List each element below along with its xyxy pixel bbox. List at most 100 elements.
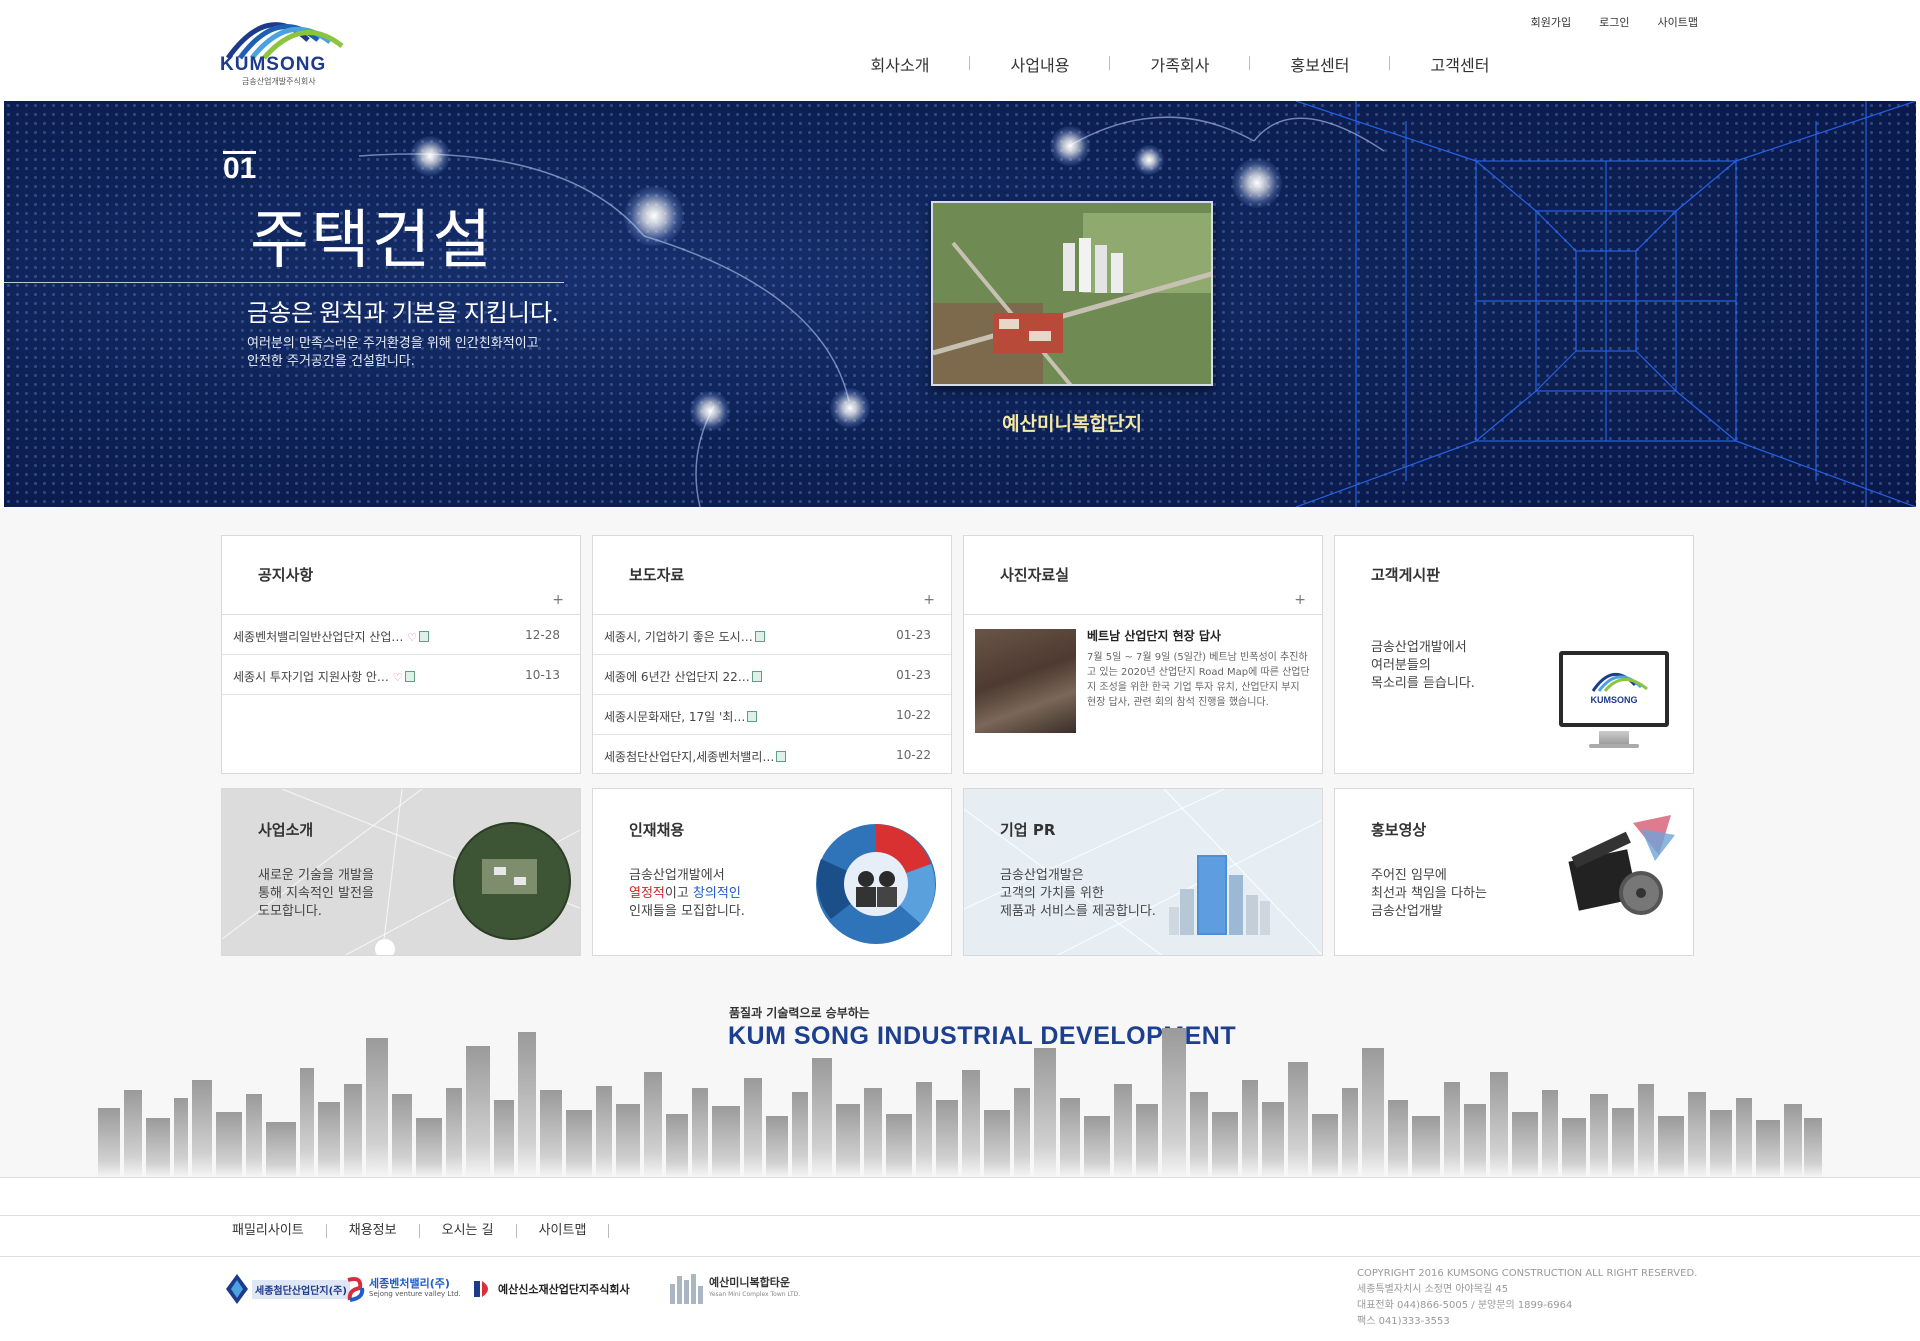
nav-item-company[interactable]: 회사소개 bbox=[830, 52, 970, 76]
file-icon bbox=[404, 671, 415, 682]
building-cluster bbox=[1169, 855, 1270, 935]
heart-icon: ♡ bbox=[407, 631, 418, 644]
photo-headline[interactable]: 베트남 산업단지 현장 답사 bbox=[1087, 627, 1221, 644]
fax-line: 팩스 041)333-3553 bbox=[1357, 1316, 1450, 1327]
footer-link-sitemap[interactable]: 사이트맵 bbox=[517, 1224, 610, 1238]
family-logo-sejong-cheomdan[interactable]: 세종첨단산업단지(주) bbox=[226, 1268, 350, 1310]
hero-divider bbox=[4, 282, 564, 283]
footer-divider bbox=[0, 1256, 1920, 1257]
promo-video-box[interactable]: 홍보영상 주어진 임무에 최선과 책임을 다하는 금송산업개발 bbox=[1334, 788, 1694, 956]
footer-link-family[interactable]: 패밀리사이트 bbox=[220, 1224, 327, 1238]
logo-subtitle: 금송산업개발주식회사 bbox=[242, 77, 316, 86]
nav-item-business[interactable]: 사업내용 bbox=[970, 52, 1110, 76]
nav-label: 사업내용 bbox=[1010, 56, 1070, 75]
hero-subtitle: 금송은 원칙과 기본을 지킵니다. bbox=[247, 301, 559, 327]
family-logo-yesan-mini[interactable]: 예산미니복합타운 Yesan Mini Complex Town LTD. bbox=[670, 1268, 800, 1310]
file-icon bbox=[419, 631, 430, 642]
press-box: 보도자료 + 세종시, 기업하기 좋은 도시… 01-23 세종에 6년간 산업… bbox=[592, 535, 952, 774]
hero-desc-line: 여러분의 만족스러운 주거환경을 위해 인간친화적이고 bbox=[247, 336, 539, 351]
corporate-pr-line: 금송산업개발은 bbox=[1000, 868, 1084, 883]
logo[interactable]: KUMSONG 금송산업개발주식회사 bbox=[218, 10, 350, 88]
glow-point bbox=[1050, 126, 1090, 166]
glow-point bbox=[690, 391, 730, 431]
nav-item-family[interactable]: 가족회사 bbox=[1110, 52, 1250, 76]
hero-number: 01 bbox=[223, 151, 257, 185]
footer-link-recruit[interactable]: 채용정보 bbox=[327, 1224, 420, 1238]
board-title: 고객게시판 bbox=[1371, 566, 1441, 584]
notice-row[interactable]: 세종시 투자기업 지원사항 안… ♡ 10-13 bbox=[222, 655, 580, 695]
util-join-link[interactable]: 회원가입 bbox=[1531, 14, 1571, 30]
biz-intro-line: 도모합니다. bbox=[258, 904, 322, 919]
corporate-pr-text: 금송산업개발은 고객의 가치를 위한 제품과 서비스를 제공합니다. bbox=[1000, 867, 1156, 921]
family-text: 예산미니복합타운 Yesan Mini Complex Town LTD. bbox=[709, 1277, 800, 1301]
biz-intro-box[interactable]: 사업소개 새로운 기술을 개발을 통해 지속적인 발전을 도모합니다. bbox=[221, 788, 581, 956]
monitor-icon: KUMSONG bbox=[1559, 651, 1669, 727]
clapperboard-icon bbox=[1568, 815, 1675, 915]
press-row-date: 10-22 bbox=[896, 748, 931, 762]
biz-intro-line: 통해 지속적인 발전을 bbox=[258, 886, 374, 901]
recruit-box[interactable]: 인재채용 금송산업개발에서 열정적이고 창의적인 인재들을 모집합니다. bbox=[592, 788, 952, 956]
footer-link-directions[interactable]: 오시는 길 bbox=[420, 1224, 517, 1238]
recruit-line: 인재들을 모집합니다. bbox=[629, 904, 745, 919]
monitor-base bbox=[1589, 744, 1639, 748]
recruit-highlight-passion: 열정적 bbox=[629, 886, 665, 901]
nav-item-support[interactable]: 고객센터 bbox=[1390, 52, 1530, 76]
promo-video-title: 홍보영상 bbox=[1371, 821, 1427, 839]
press-row[interactable]: 세종에 6년간 산업단지 22… 01-23 bbox=[593, 655, 951, 695]
promo-video-line: 금송산업개발 bbox=[1371, 904, 1443, 919]
header: KUMSONG 금송산업개발주식회사 회원가입 로그인 사이트맵 회사소개 사업… bbox=[0, 0, 1920, 100]
hero-desc-line: 안전한 주거공간을 건설합니다. bbox=[247, 354, 415, 369]
yesan-material-logo-icon bbox=[474, 1281, 488, 1297]
photo-more-icon[interactable]: + bbox=[1294, 592, 1306, 608]
page: KUMSONG 금송산업개발주식회사 회원가입 로그인 사이트맵 회사소개 사업… bbox=[0, 0, 1920, 1341]
promo-video-text: 주어진 임무에 최선과 책임을 다하는 금송산업개발 bbox=[1371, 867, 1487, 921]
board-text: 금송산업개발에서 여러분들의 목소리를 듣습니다. bbox=[1371, 639, 1475, 693]
monitor-stand bbox=[1599, 731, 1629, 745]
press-row[interactable]: 세종첨단산업단지,세종벤처밸리… 10-22 bbox=[593, 735, 951, 775]
notice-row[interactable]: 세종벤처밸리일반산업단지 산업… ♡ 12-28 bbox=[222, 615, 580, 655]
photo-title: 사진자료실 bbox=[1000, 566, 1070, 584]
recruit-line-mid: 이고 bbox=[664, 886, 693, 901]
city-skyline-illustration bbox=[98, 1028, 1822, 1178]
hero-title: 주택건설 bbox=[250, 205, 494, 276]
family-text: 세종벤처밸리(주) Sejong venture valley Ltd. bbox=[369, 1278, 461, 1300]
notice-more-icon[interactable]: + bbox=[552, 592, 564, 608]
board-box[interactable]: 고객게시판 금송산업개발에서 여러분들의 목소리를 듣습니다. KUMSONG bbox=[1334, 535, 1694, 774]
press-row-text: 세종시, 기업하기 좋은 도시… bbox=[604, 628, 765, 645]
board-line: 목소리를 듣습니다. bbox=[1371, 676, 1475, 691]
notice-row-text: 세종시 투자기업 지원사항 안… ♡ bbox=[233, 668, 415, 685]
file-icon bbox=[751, 671, 762, 682]
nav-item-pr[interactable]: 홍보센터 bbox=[1250, 52, 1390, 76]
family-logo-yesan-material[interactable]: 예산신소재산업단지주식회사 bbox=[472, 1268, 630, 1310]
family-logo-sejong-venture[interactable]: 세종벤처밸리(주) Sejong venture valley Ltd. bbox=[344, 1268, 461, 1310]
util-login-link[interactable]: 로그인 bbox=[1599, 14, 1629, 30]
photo-thumbnail[interactable] bbox=[975, 629, 1076, 733]
util-sitemap-link[interactable]: 사이트맵 bbox=[1658, 14, 1698, 30]
press-row[interactable]: 세종시, 기업하기 좋은 도시… 01-23 bbox=[593, 615, 951, 655]
heart-icon: ♡ bbox=[392, 671, 403, 684]
corporate-pr-box[interactable]: 기업 PR 금송산업개발은 고객의 가치를 위한 제품과 서비스를 제공합니다. bbox=[963, 788, 1323, 956]
glow-point bbox=[624, 186, 684, 246]
footer-links: 패밀리사이트 채용정보 오시는 길 사이트맵 bbox=[220, 1224, 610, 1238]
biz-intro-line: 새로운 기술을 개발을 bbox=[258, 868, 374, 883]
utility-menu: 회원가입 로그인 사이트맵 bbox=[1531, 14, 1698, 30]
notice-row-title: 세종시 투자기업 지원사항 안… bbox=[233, 670, 389, 684]
hero-photo-caption: 예산미니복합단지 bbox=[1002, 413, 1142, 435]
biz-intro-text: 새로운 기술을 개발을 통해 지속적인 발전을 도모합니다. bbox=[258, 867, 374, 921]
sejong-cheomdan-logo-icon bbox=[226, 1274, 248, 1304]
press-row-text: 세종시문화재단, 17일 '최… bbox=[604, 708, 758, 725]
hero-description: 여러분의 만족스러운 주거환경을 위해 인간친화적이고 안전한 주거공간을 건설… bbox=[247, 335, 607, 371]
press-row-title: 세종첨단산업단지,세종벤처밸리… bbox=[604, 750, 775, 764]
corporate-pr-line: 고객의 가치를 위한 bbox=[1000, 886, 1104, 901]
main-nav: 회사소개 사업내용 가족회사 홍보센터 고객센터 bbox=[830, 52, 1530, 76]
nav-label: 회사소개 bbox=[870, 56, 930, 75]
corporate-pr-line: 제품과 서비스를 제공합니다. bbox=[1000, 904, 1156, 919]
hero-project-photo[interactable] bbox=[931, 201, 1213, 386]
footer-divider bbox=[0, 1177, 1920, 1178]
notice-row-title: 세종벤처밸리일반산업단지 산업… bbox=[233, 630, 404, 644]
press-more-icon[interactable]: + bbox=[923, 592, 935, 608]
file-icon bbox=[754, 631, 765, 642]
notice-row-date: 12-28 bbox=[525, 628, 560, 642]
press-row[interactable]: 세종시문화재단, 17일 '최… 10-22 bbox=[593, 695, 951, 735]
press-title: 보도자료 bbox=[629, 566, 685, 584]
